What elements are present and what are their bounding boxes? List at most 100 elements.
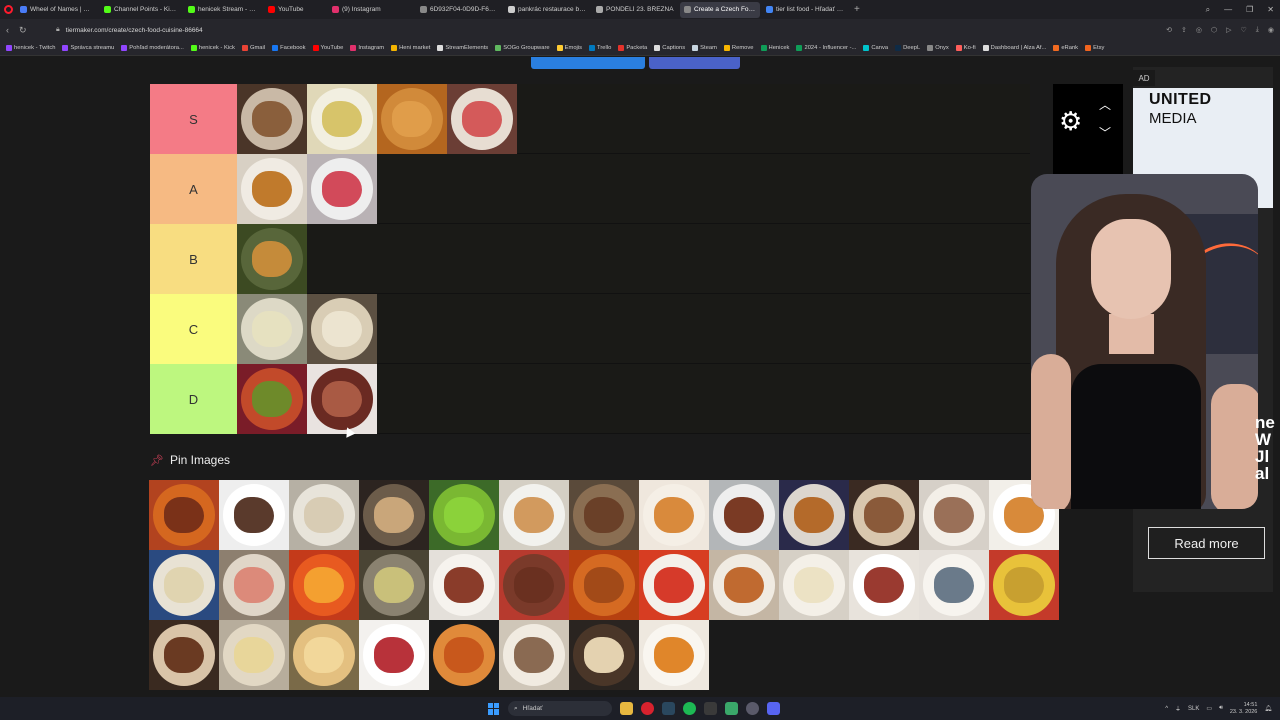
save-button[interactable]: [531, 57, 645, 69]
pool-food-image[interactable]: [569, 480, 639, 550]
pool-food-image[interactable]: [289, 620, 359, 690]
read-more-button[interactable]: Read more: [1148, 527, 1265, 559]
url-field[interactable]: 🔒︎ tiermaker.com/create/czech-food-cuisi…: [46, 23, 1056, 38]
minimize-icon[interactable]: —: [1224, 5, 1232, 14]
pool-food-image[interactable]: [219, 480, 289, 550]
pool-food-image[interactable]: [639, 550, 709, 620]
tier-food-image[interactable]: [237, 84, 307, 154]
pool-food-image[interactable]: [499, 620, 569, 690]
pool-food-image[interactable]: [639, 480, 709, 550]
pool-food-image[interactable]: [639, 620, 709, 690]
bookmark-item[interactable]: Gmail: [241, 45, 265, 51]
tier-food-image[interactable]: [237, 294, 307, 364]
pool-food-image[interactable]: [569, 550, 639, 620]
bookmark-item[interactable]: henicek - Kick: [190, 45, 235, 51]
pool-food-image[interactable]: [709, 480, 779, 550]
pool-food-image[interactable]: [149, 620, 219, 690]
bookmark-item[interactable]: Henicek: [760, 45, 789, 51]
discord-icon[interactable]: [767, 702, 780, 715]
pool-food-image[interactable]: [849, 480, 919, 550]
bookmark-item[interactable]: 2024 - Influencer -...: [796, 45, 856, 51]
tier-food-image[interactable]: [447, 84, 517, 154]
bookmark-item[interactable]: eRank: [1053, 45, 1078, 51]
tier-food-image[interactable]: [307, 84, 377, 154]
pool-food-image[interactable]: [989, 550, 1059, 620]
windows-start-icon[interactable]: [488, 702, 500, 715]
bookmark-item[interactable]: Facebook: [272, 45, 306, 51]
pool-food-image[interactable]: [149, 480, 219, 550]
pool-food-image[interactable]: [849, 550, 919, 620]
bookmark-item[interactable]: Packeta: [618, 45, 647, 51]
language-indicator[interactable]: SLK: [1188, 706, 1199, 712]
browser-tab[interactable]: 6D932F04-0D9D-F686-2(: [416, 2, 502, 18]
bookmark-item[interactable]: Heni market: [391, 45, 430, 51]
browser-tab[interactable]: henicek Stream - Watch L: [184, 2, 262, 18]
browser-tab[interactable]: Channel Points - Kick Das: [100, 2, 182, 18]
bookmark-item[interactable]: StreamElements: [437, 45, 488, 51]
browser-tab[interactable]: Create a Czech Food/Cu: [680, 1, 760, 18]
pool-food-image[interactable]: [219, 550, 289, 620]
tier-food-image[interactable]: [237, 154, 307, 224]
pool-food-image[interactable]: [779, 550, 849, 620]
bookmark-item[interactable]: Instagram: [350, 45, 384, 51]
pool-food-image[interactable]: [289, 480, 359, 550]
tier-food-image[interactable]: [307, 364, 377, 434]
file-explorer-icon[interactable]: [620, 702, 633, 715]
pool-food-image[interactable]: [359, 480, 429, 550]
new-tab-icon[interactable]: +: [854, 4, 860, 15]
close-window-icon[interactable]: ✕: [1267, 5, 1274, 14]
spotify-icon[interactable]: [683, 702, 696, 715]
browser-tab[interactable]: pankrác restaurace brambo: [504, 2, 590, 18]
notification-icon[interactable]: 🔔︎: [1264, 705, 1272, 712]
bookmark-item[interactable]: Dashboard | Alza Af...: [982, 45, 1046, 51]
tier-food-image[interactable]: [307, 294, 377, 364]
tray-chevron-icon[interactable]: ^: [1165, 706, 1168, 712]
usb-icon[interactable]: ⏚: [1175, 704, 1181, 713]
pool-food-image[interactable]: [219, 620, 289, 690]
bookmark-item[interactable]: DeepL: [895, 45, 920, 51]
volume-icon[interactable]: 🔊︎: [1219, 705, 1223, 712]
browser-tab[interactable]: (9) Instagram: [328, 2, 414, 18]
tier-food-image[interactable]: [237, 224, 307, 294]
pool-food-image[interactable]: [149, 550, 219, 620]
pool-food-image[interactable]: [429, 480, 499, 550]
opera-browser-icon[interactable]: [641, 702, 654, 715]
bookmark-item[interactable]: henicek - Twitch: [6, 45, 55, 51]
tier-label[interactable]: S: [150, 84, 237, 154]
pool-food-image[interactable]: [499, 480, 569, 550]
tier-label[interactable]: D: [150, 364, 237, 434]
pool-food-image[interactable]: [569, 620, 639, 690]
bookmark-item[interactable]: Onyx: [927, 45, 949, 51]
opera-logo-icon[interactable]: [0, 0, 16, 19]
browser-tab[interactable]: PONDĚLÍ 23. BŘEZNA: [592, 2, 678, 18]
clock[interactable]: 14:51 23. 3. 2026: [1230, 702, 1258, 716]
bookmark-item[interactable]: Správca streamu: [62, 45, 114, 51]
back-icon[interactable]: ‹: [6, 25, 9, 36]
bookmark-item[interactable]: Captions: [654, 45, 685, 51]
bookmark-item[interactable]: Pohľad moderátora...: [121, 45, 184, 51]
bookmark-item[interactable]: SOGo Groupware: [495, 45, 550, 51]
steam-icon[interactable]: [662, 702, 675, 715]
extensions-icon[interactable]: ⬡: [1211, 26, 1217, 34]
bookmark-item[interactable]: Trello: [589, 45, 611, 51]
pool-food-image[interactable]: [919, 550, 989, 620]
app-icon-2[interactable]: [725, 702, 738, 715]
pool-food-image[interactable]: [289, 550, 359, 620]
app-icon[interactable]: [704, 702, 717, 715]
bookmark-item[interactable]: Ko-fi: [955, 45, 976, 51]
tier-food-image[interactable]: [307, 154, 377, 224]
bookmark-item[interactable]: Etsy: [1085, 45, 1104, 51]
pool-food-image[interactable]: [359, 550, 429, 620]
player-icon[interactable]: ▷: [1226, 26, 1231, 34]
bookmark-item[interactable]: Canva: [863, 45, 888, 51]
taskbar-search[interactable]: ⌕ Hľadať: [508, 701, 612, 716]
chevron-down-icon[interactable]: ﹀: [1099, 124, 1111, 141]
bookmark-item[interactable]: Remove: [723, 45, 754, 51]
obs-icon[interactable]: [746, 702, 759, 715]
bookmark-item[interactable]: Emojis: [556, 45, 582, 51]
browser-tab[interactable]: YouTube: [264, 2, 326, 18]
tier-food-image[interactable]: [377, 84, 447, 154]
translate-icon[interactable]: ⟲: [1166, 26, 1172, 34]
download-button[interactable]: [649, 57, 740, 69]
browser-tab[interactable]: Wheel of Names | Rando: [16, 2, 98, 18]
